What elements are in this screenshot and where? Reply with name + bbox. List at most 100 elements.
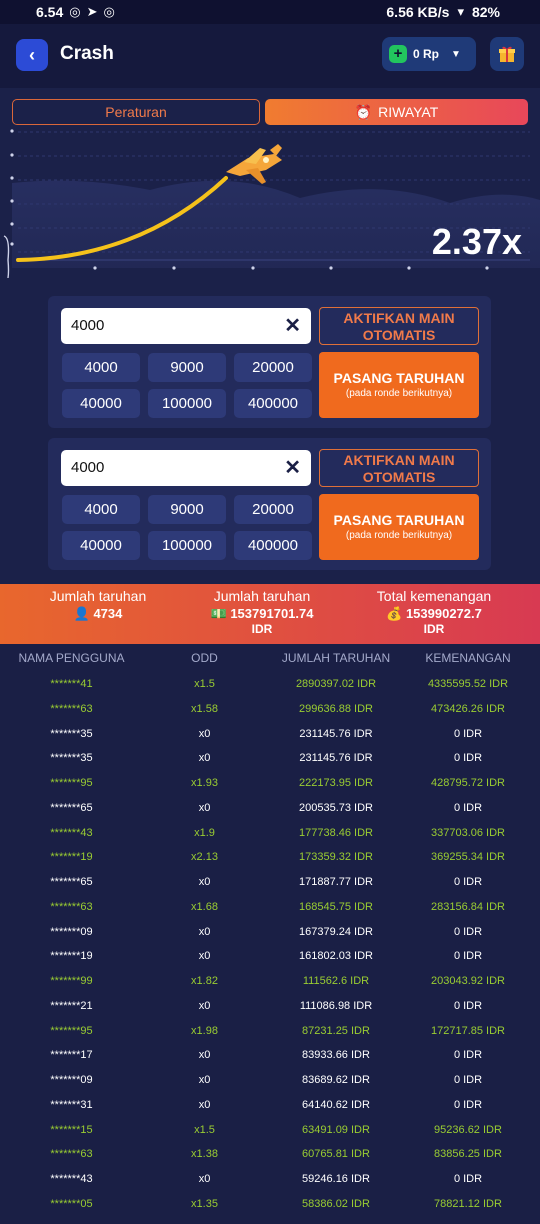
odd-cell: x0	[198, 1049, 211, 1062]
bet-amount-cell: 64140.62 IDR	[302, 1098, 370, 1111]
username-cell: *******31	[50, 1098, 93, 1111]
chip-amount[interactable]: 4000	[62, 353, 140, 382]
username-cell: *******15	[50, 1123, 93, 1136]
chip-amount[interactable]: 20000	[234, 495, 312, 524]
odd-cell: x0	[198, 752, 211, 765]
winnings-cell: 0 IDR	[453, 752, 483, 765]
chip-amount[interactable]: 40000	[62, 389, 140, 418]
odd-cell: x2.13	[191, 851, 218, 864]
winnings-cell: 0 IDR	[453, 801, 483, 814]
odd-cell: x1.35	[191, 1197, 218, 1210]
airplane-icon	[226, 144, 282, 184]
username-cell: *******09	[50, 1074, 93, 1086]
autoplay-button[interactable]: AKTIFKAN MAIN OTOMATIS	[319, 307, 479, 345]
winnings-cell: 0 IDR	[453, 950, 483, 963]
winnings-cell: 0 IDR	[453, 727, 483, 740]
close-icon[interactable]: ✕	[284, 308, 301, 344]
chip-amount[interactable]: 400000	[234, 531, 312, 560]
gift-button[interactable]	[490, 37, 524, 71]
odd-cell: x0	[198, 727, 211, 740]
bet-amount-cell: 177738.46 IDR	[299, 826, 373, 839]
winnings-cell: 0 IDR	[453, 925, 483, 938]
summary-bet-amount: Jumlah taruhan 💵 153791701.74 IDR	[170, 588, 354, 636]
username-cell: *******17	[50, 1049, 93, 1062]
table-row: *******99 x1.82 111562.6 IDR 203043.92 IDR	[0, 969, 540, 994]
username-cell: *******65	[50, 801, 93, 814]
status-time: 6.54	[36, 4, 64, 20]
winnings-cell: 78821.12 IDR	[434, 1197, 502, 1210]
table-row: *******19 x2.13 173359.32 IDR 369255.34 IDR	[0, 845, 540, 870]
table-header: NAMA PENGGUNA ODD JUMLAH TARUHAN KEMENAN…	[0, 651, 540, 669]
autoplay-button[interactable]: AKTIFKAN MAIN OTOMATIS	[319, 449, 479, 487]
close-icon[interactable]: ✕	[284, 450, 301, 486]
table-row: *******43 x0 59246.16 IDR 0 IDR	[0, 1167, 540, 1192]
alarm-clock-icon: ⏰	[354, 103, 373, 120]
bet-amount-input[interactable]: 4000 ✕	[61, 450, 311, 486]
winnings-cell: 0 IDR	[453, 1049, 483, 1062]
bet-amount-cell: 171887.77 IDR	[299, 876, 373, 888]
odd-cell: x1.82	[191, 975, 218, 987]
bet-amount-cell: 83933.66 IDR	[302, 1049, 370, 1062]
tab-rules[interactable]: Peraturan	[12, 99, 260, 125]
odd-cell: x0	[198, 876, 211, 888]
back-button[interactable]: ‹	[16, 39, 48, 71]
odd-cell: x1.38	[191, 1148, 218, 1161]
username-cell: *******19	[50, 851, 93, 864]
chip-amount[interactable]: 100000	[148, 389, 226, 418]
odd-cell: x1.68	[191, 900, 218, 913]
odd-cell: x0	[198, 999, 211, 1012]
bet-amount-cell: 161802.03 IDR	[299, 950, 373, 963]
odd-cell: x0	[198, 950, 211, 963]
place-bet-label: PASANG TARUHAN	[333, 370, 465, 386]
column-header: ODD	[191, 651, 218, 665]
username-cell: *******65	[50, 876, 93, 888]
summary-label: Jumlah taruhan	[213, 588, 311, 604]
odd-cell: x0	[198, 801, 211, 814]
place-bet-label: PASANG TARUHAN	[333, 512, 465, 528]
bet-amount-cell: 111562.6 IDR	[302, 975, 370, 987]
odd-cell: x1.93	[191, 777, 218, 789]
winnings-cell: 4335595.52 IDR	[427, 678, 509, 690]
bet-amount-cell: 87231.25 IDR	[302, 1024, 370, 1037]
chip-amount[interactable]: 20000	[234, 353, 312, 382]
chip-amount[interactable]: 40000	[62, 531, 140, 560]
table-row: *******43 x1.9 177738.46 IDR 337703.06 IDR	[0, 821, 540, 846]
bet-amount-cell: 299636.88 IDR	[299, 702, 373, 715]
app-header: ‹ Crash + 0 Rp ▼	[0, 24, 540, 88]
summary-value: 153990272.7	[405, 606, 482, 621]
table-row: *******17 x0 83933.66 IDR 0 IDR	[0, 1043, 540, 1068]
table-row: *******95 x1.98 87231.25 IDR 172717.85 IDR	[0, 1019, 540, 1044]
chip-amount[interactable]: 9000	[148, 495, 226, 524]
chip-amount[interactable]: 9000	[148, 353, 226, 382]
winnings-cell: 0 IDR	[453, 1098, 483, 1111]
odd-cell: x1.5	[194, 678, 215, 690]
username-cell: *******43	[50, 826, 93, 839]
plus-icon[interactable]: +	[389, 45, 407, 63]
bet-panel-1: 4000 ✕ 4000 9000 20000 40000 100000 4000…	[48, 296, 491, 428]
username-cell: *******35	[50, 752, 93, 765]
bet-amount-input[interactable]: 4000 ✕	[61, 308, 311, 344]
bet-amount-cell: 173359.32 IDR	[299, 851, 373, 864]
table-row: *******95 x1.93 222173.95 IDR 428795.72 IDR	[0, 771, 540, 796]
table-row: *******21 x0 111086.98 IDR 0 IDR	[0, 994, 540, 1019]
table-row: *******05 x1.35 58386.02 IDR 78821.12 IDR	[0, 1192, 540, 1217]
chip-amount[interactable]: 100000	[148, 531, 226, 560]
username-cell: *******41	[50, 678, 93, 690]
chip-amount[interactable]: 400000	[234, 389, 312, 418]
balance-dropdown[interactable]: + 0 Rp ▼	[382, 37, 476, 71]
winnings-cell: 203043.92 IDR	[431, 975, 505, 987]
chip-amount[interactable]: 4000	[62, 495, 140, 524]
odd-cell: x1.58	[191, 702, 218, 715]
table-row: *******63 x1.68 168545.75 IDR 283156.84 IDR	[0, 895, 540, 920]
place-bet-button[interactable]: PASANG TARUHAN (pada ronde berikutnya)	[319, 352, 479, 418]
username-cell: *******95	[50, 777, 93, 789]
bet-amount-cell: 59246.16 IDR	[302, 1173, 370, 1185]
bet-amount-cell: 168545.75 IDR	[299, 900, 373, 913]
table-body: *******41 x1.5 2890397.02 IDR 4335595.52 ID…	[0, 672, 540, 1217]
place-bet-button[interactable]: PASANG TARUHAN (pada ronde berikutnya)	[319, 494, 479, 560]
tab-history[interactable]: ⏰ RIWAYAT	[265, 99, 528, 125]
summary-value: 153791701.74	[230, 606, 314, 621]
table-row: *******35 x0 231145.76 IDR 0 IDR	[0, 722, 540, 747]
odd-cell: x0	[198, 1173, 211, 1185]
bet-amount-cell: 58386.02 IDR	[302, 1197, 370, 1210]
